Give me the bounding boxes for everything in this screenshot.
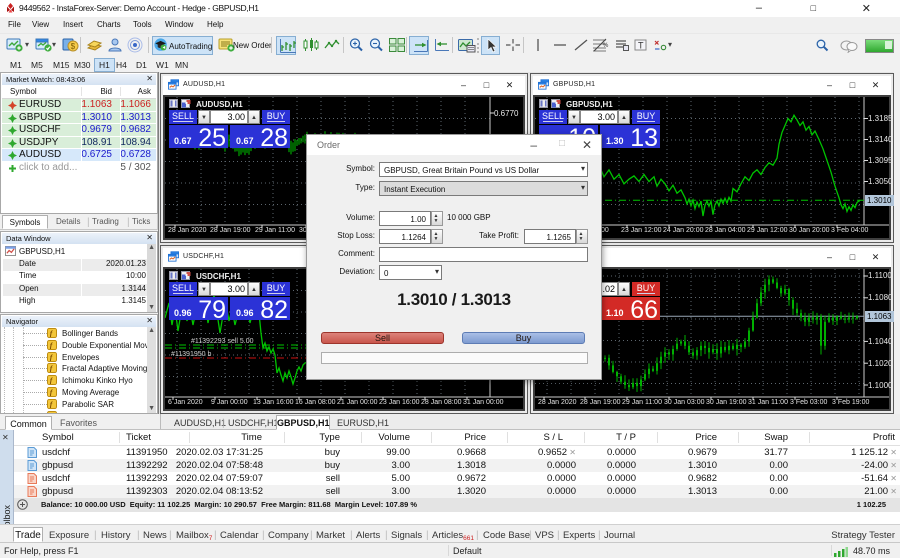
svg-text:%: %: [603, 43, 609, 49]
svg-text:$: $: [71, 42, 76, 51]
svg-text:#11392293 sell 5.00: #11392293 sell 5.00: [191, 338, 254, 345]
svg-text:T: T: [638, 41, 644, 51]
svg-text:#11391950 b: #11391950 b: [171, 351, 211, 358]
